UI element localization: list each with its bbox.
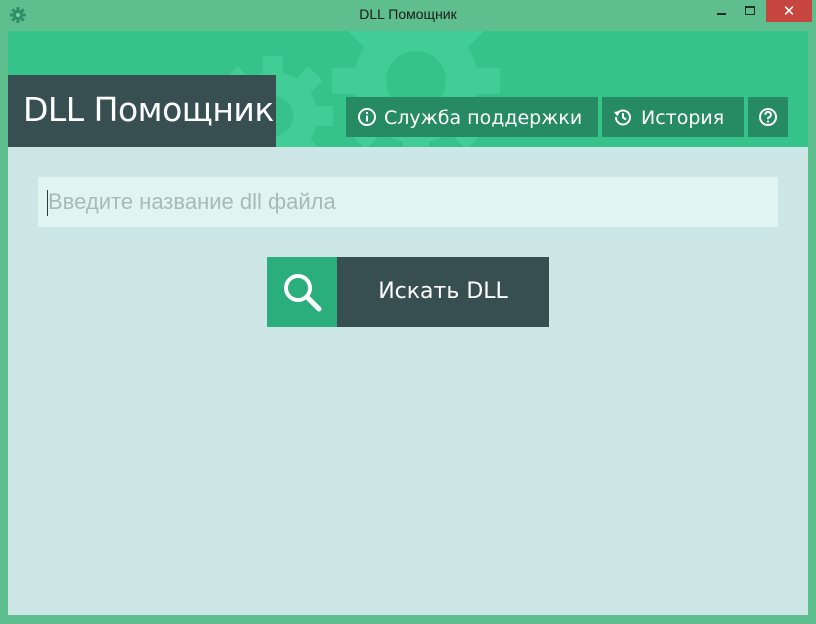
support-label: Служба поддержки — [384, 107, 583, 129]
magnifier-icon — [284, 274, 322, 312]
help-button[interactable] — [748, 97, 788, 137]
history-label: История — [641, 107, 725, 129]
app-window: DLL Помощник ✕ DLL Помощник Служба подде… — [0, 0, 816, 624]
search-button-label-box: Искать DLL — [337, 257, 549, 327]
search-button-icon-box — [267, 257, 337, 327]
close-icon: ✕ — [782, 2, 796, 20]
support-button[interactable]: Служба поддержки — [346, 97, 598, 137]
minimize-button[interactable] — [708, 0, 734, 22]
maximize-button[interactable] — [737, 0, 763, 22]
search-dll-button[interactable]: Искать DLL — [267, 257, 549, 327]
client-area: DLL Помощник Служба поддержки История Вв… — [8, 31, 808, 615]
history-icon — [614, 109, 631, 126]
minimize-icon — [717, 13, 726, 15]
dll-search-input[interactable] — [38, 177, 778, 227]
close-button[interactable]: ✕ — [766, 0, 812, 22]
info-icon — [358, 108, 376, 126]
title-bar[interactable]: DLL Помощник ✕ — [0, 0, 816, 31]
header-banner: DLL Помощник Служба поддержки История — [8, 31, 808, 147]
question-icon — [759, 108, 777, 126]
history-button[interactable]: История — [602, 97, 744, 137]
window-title: DLL Помощник — [359, 6, 457, 22]
brand-block: DLL Помощник — [8, 75, 276, 147]
brand-title: DLL Помощник — [23, 90, 274, 129]
text-caret — [47, 190, 48, 216]
maximize-icon — [745, 6, 755, 15]
search-button-label: Искать DLL — [378, 279, 508, 304]
